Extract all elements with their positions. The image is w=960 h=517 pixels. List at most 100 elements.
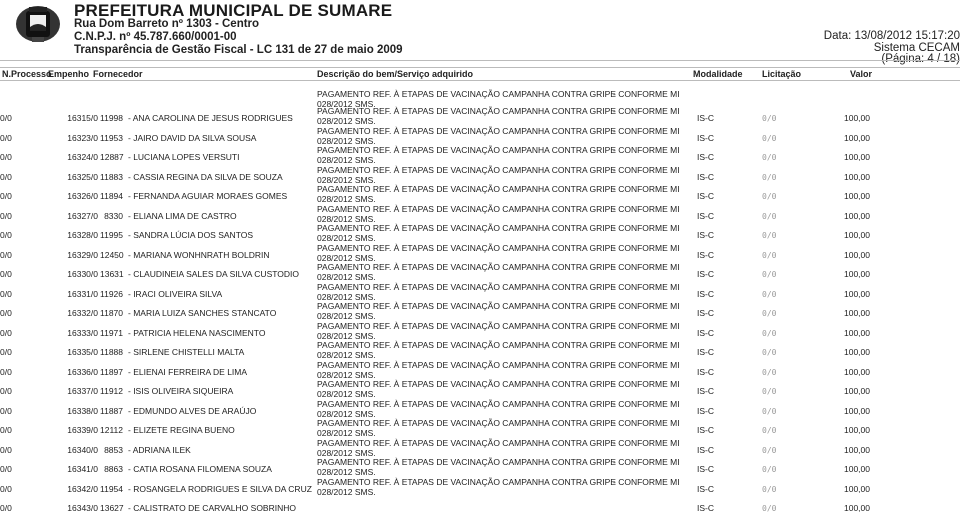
licitacao-cell: 0/0: [762, 211, 777, 221]
conforme-cell: - CONFORME MI: [613, 301, 680, 311]
fornecedor-cell: - CLAUDINEIA SALES DA SILVA CUSTODIO: [128, 269, 300, 279]
processo-cell: 0/0: [0, 288, 12, 299]
processo-cell: 0/0: [0, 269, 12, 279]
table-row: 0/0 16342/0 11954 - ROSANGELA RODRIGUES …: [0, 476, 960, 498]
processo-cell: 0/0: [0, 210, 12, 221]
valor-cell: 100,00: [844, 327, 870, 338]
numero-cell: 16343/0: [67, 503, 98, 513]
licitacao-cell: 0/0: [762, 250, 777, 260]
empenho-cell: 8853: [104, 444, 123, 455]
numero-cell: 16339/0: [67, 425, 98, 435]
licitacao-cell: 0/0: [762, 309, 777, 318]
descricao-line1: PAGAMENTO REF. À ETAPAS DE VACINAÇÃO CAM…: [317, 398, 616, 409]
col-header-valor: Valor: [850, 69, 873, 79]
licitacao-cell: 0/0: [762, 133, 777, 143]
processo-cell: 0/0: [0, 230, 12, 240]
empenho-cell: 8330: [104, 210, 123, 221]
fornecedor-cell: - ADRIANA ILEK: [128, 444, 191, 455]
fornecedor-cell: - SIRLENE CHISTELLI MALTA: [128, 347, 245, 357]
conforme-cell: - CONFORME MI: [613, 125, 680, 136]
numero-cell: 16342/0: [67, 483, 98, 494]
descricao-line1: PAGAMENTO REF. À ETAPAS DE VACINAÇÃO CAM…: [317, 203, 616, 214]
modalidade-cell: IS-C: [697, 210, 714, 221]
empenho-cell: 11897: [100, 366, 124, 377]
processo-cell: 0/0: [0, 386, 12, 396]
descricao-line2: 028/2012 SMS.: [317, 486, 376, 497]
licitacao-cell: 0/0: [762, 465, 777, 474]
descricao-line2: 028/2012 SMS.: [317, 213, 376, 224]
fornecedor-cell: - EDMUNDO ALVES DE ARAÚJO: [128, 405, 257, 416]
report-subtitle: Transparência de Gestão Fiscal - LC 131 …: [74, 44, 403, 56]
processo-cell: 0/0: [0, 152, 12, 162]
empenho-cell: 11887: [100, 405, 124, 416]
descricao-line1: PAGAMENTO REF. À ETAPAS DE VACINAÇÃO CAM…: [317, 145, 616, 155]
numero-cell: 16332/0: [67, 308, 98, 318]
descricao-line1: PAGAMENTO REF. À ETAPAS DE VACINAÇÃO CAM…: [317, 125, 616, 136]
fornecedor-cell: - ANA CAROLINA DE JESUS RODRIGUES: [128, 113, 293, 123]
descricao-line2: 028/2012 SMS.: [317, 233, 376, 243]
empenho-cell: 11953: [100, 132, 124, 143]
licitacao-cell: 0/0: [762, 367, 777, 377]
valor-cell: 100,00: [844, 386, 870, 396]
descricao-line2: 028/2012 SMS.: [317, 350, 376, 360]
col-header-fornecedor: Fornecedor: [93, 69, 143, 79]
table-row: 0/0 16333/0 11971 - PATRICIA HELENA NASC…: [0, 320, 960, 342]
valor-cell: 100,00: [844, 152, 870, 162]
modalidade-cell: IS-C: [697, 444, 714, 455]
modalidade-cell: IS-C: [697, 386, 714, 396]
processo-cell: 0/0: [0, 308, 12, 318]
fornecedor-cell: - JAIRO DAVID DA SILVA SOUSA: [128, 132, 257, 143]
col-header-processo: N.Processo: [2, 69, 52, 79]
modalidade-cell: IS-C: [697, 288, 714, 299]
numero-cell: 16326/0: [67, 191, 98, 201]
empenho-cell: 11912: [100, 386, 124, 396]
empenho-cell: 12112: [100, 425, 124, 435]
col-header-licitacao: Licitação: [762, 69, 802, 79]
numero-cell: 16335/0: [67, 347, 98, 357]
licitacao-cell: 0/0: [762, 289, 777, 299]
fornecedor-cell: - CATIA ROSANA FILOMENA SOUZA: [128, 464, 272, 474]
fornecedor-cell: - FERNANDA AGUIAR MORAES GOMES: [128, 191, 288, 201]
valor-cell: 100,00: [844, 269, 870, 279]
descricao-line2: 028/2012 SMS.: [317, 194, 376, 204]
numero-cell: 16324/0: [67, 152, 98, 162]
valor-cell: 100,00: [844, 210, 870, 221]
divider: [0, 80, 960, 81]
numero-cell: 16323/0: [67, 132, 98, 143]
descricao-line2: 028/2012 SMS.: [317, 291, 376, 302]
empenho-cell: 12887: [100, 152, 124, 162]
numero-cell: 16340/0: [67, 444, 98, 455]
licitacao-cell: 0/0: [762, 426, 777, 435]
empenho-cell: 11995: [100, 230, 124, 240]
conforme-cell: - CONFORME MI: [613, 145, 680, 155]
modalidade-cell: IS-C: [697, 483, 714, 494]
fornecedor-cell: - PATRICIA HELENA NASCIMENTO: [128, 327, 266, 338]
descricao-line2: 028/2012 SMS.: [317, 272, 376, 282]
modalidade-cell: IS-C: [697, 132, 714, 143]
descricao-line2: 028/2012 SMS.: [317, 467, 376, 477]
divider: [0, 67, 960, 68]
table-row: 0/0 16340/0 8853 - ADRIANA ILEK PAGAMENT…: [0, 438, 960, 459]
col-header-empenho: Empenho: [48, 69, 90, 79]
descricao-line2: 028/2012 SMS.: [317, 135, 376, 146]
numero-cell: 16325/0: [67, 171, 98, 182]
carryover-conforme: - CONFORME MI: [613, 89, 680, 99]
descricao-line1: PAGAMENTO REF. À ETAPAS DE VACINAÇÃO CAM…: [317, 106, 616, 116]
fornecedor-cell: - MARIANA WONHNRATH BOLDRIN: [128, 249, 270, 260]
fornecedor-cell: - ROSANGELA RODRIGUES E SILVA DA CRUZ: [128, 483, 312, 494]
processo-cell: 0/0: [0, 191, 12, 201]
descricao-line1: PAGAMENTO REF. À ETAPAS DE VACINAÇÃO CAM…: [317, 242, 616, 253]
valor-cell: 100,00: [844, 366, 870, 377]
processo-cell: 0/0: [0, 425, 12, 435]
modalidade-cell: IS-C: [697, 366, 714, 377]
licitacao-cell: 0/0: [762, 484, 777, 494]
valor-cell: 100,00: [844, 483, 870, 494]
descricao-line1: PAGAMENTO REF. À ETAPAS DE VACINAÇÃO CAM…: [317, 320, 616, 331]
modalidade-cell: IS-C: [697, 405, 714, 416]
descricao-line1: PAGAMENTO REF. À ETAPAS DE VACINAÇÃO CAM…: [317, 476, 616, 487]
numero-cell: 16331/0: [67, 288, 98, 299]
valor-cell: 100,00: [844, 230, 870, 240]
modalidade-cell: IS-C: [697, 171, 714, 182]
divider: [0, 60, 960, 61]
conforme-cell: - CONFORME MI: [613, 164, 680, 175]
